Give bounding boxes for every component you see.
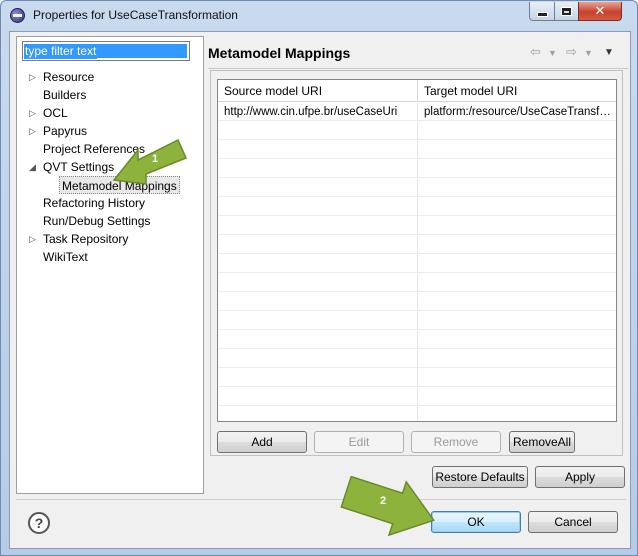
table-row-empty xyxy=(218,179,616,197)
add-button[interactable]: Add xyxy=(217,431,307,453)
table-row-empty xyxy=(218,274,616,292)
dialog-client-area: type filter text ▷ Resource Builders ▷ O… xyxy=(9,31,631,549)
cancel-button[interactable]: Cancel xyxy=(528,511,618,533)
annotation-arrow-1: 1 xyxy=(112,138,188,185)
table-row-empty xyxy=(218,350,616,368)
table-row-empty xyxy=(218,141,616,159)
restore-defaults-button[interactable]: Restore Defaults xyxy=(432,466,528,488)
table-row-empty xyxy=(218,217,616,235)
title-bar[interactable]: Properties for UseCaseTransformation ✕ xyxy=(1,1,637,29)
expand-resource-icon[interactable]: ▷ xyxy=(29,68,36,86)
ok-button[interactable]: OK xyxy=(431,511,521,533)
close-button[interactable]: ✕ xyxy=(578,2,622,21)
property-page-tree: type filter text ▷ Resource Builders ▷ O… xyxy=(16,36,204,494)
minimize-icon xyxy=(536,11,548,17)
tree-item-wikitext[interactable]: WikiText xyxy=(43,248,88,266)
expand-ocl-icon[interactable]: ▷ xyxy=(29,104,36,122)
view-menu-icon[interactable]: ▼ xyxy=(604,47,614,58)
arrow-1-shape xyxy=(112,138,188,185)
mappings-table[interactable]: Source model URI Target model URI http:/… xyxy=(217,79,617,422)
maximize-button[interactable] xyxy=(554,2,579,21)
expand-task-repository-icon[interactable]: ▷ xyxy=(29,230,36,248)
help-icon[interactable]: ? xyxy=(28,512,50,534)
table-header: Source model URI Target model URI xyxy=(218,80,616,102)
tree-item-ocl[interactable]: OCL xyxy=(43,104,68,122)
table-row-empty xyxy=(218,312,616,330)
maximize-icon xyxy=(561,6,572,16)
tree-item-qvt-settings[interactable]: QVT Settings xyxy=(43,158,114,176)
table-row-empty xyxy=(218,388,616,406)
expand-papyrus-icon[interactable]: ▷ xyxy=(29,122,36,140)
forward-arrow-icon[interactable]: ⇨ xyxy=(566,44,577,60)
table-row-empty xyxy=(218,407,616,421)
collapse-qvt-settings-icon[interactable]: ◢ xyxy=(29,158,36,176)
table-row-empty xyxy=(218,122,616,140)
tree-item-refactoring-history[interactable]: Refactoring History xyxy=(43,194,145,212)
cell-source-uri: http://www.cin.ufpe.br/useCaseUri xyxy=(218,103,418,121)
page-title: Metamodel Mappings xyxy=(208,45,351,61)
table-row-empty xyxy=(218,369,616,387)
arrow-1-label: 1 xyxy=(152,153,158,165)
page-header: Metamodel Mappings ⇦ ▼ ⇨ ▼ ▼ xyxy=(208,36,628,68)
filter-selected-text: type filter text xyxy=(24,44,98,59)
tree-item-builders[interactable]: Builders xyxy=(43,86,86,104)
tree-item-resource[interactable]: Resource xyxy=(43,68,94,86)
annotation-arrow-2: 2 xyxy=(340,476,435,536)
eclipse-icon xyxy=(10,8,25,23)
minimize-button[interactable] xyxy=(529,2,555,21)
table-row-empty xyxy=(218,198,616,216)
arrow-2-shape xyxy=(340,476,435,536)
column-header-target-model-uri[interactable]: Target model URI xyxy=(418,80,616,102)
window-title: Properties for UseCaseTransformation xyxy=(33,8,238,22)
table-row-empty xyxy=(218,236,616,254)
back-arrow-icon[interactable]: ⇦ xyxy=(530,44,541,60)
back-dropdown-icon[interactable]: ▼ xyxy=(548,48,557,58)
edit-button[interactable]: Edit xyxy=(314,431,404,453)
table-row-empty xyxy=(218,160,616,178)
column-header-source-model-uri[interactable]: Source model URI xyxy=(218,80,418,102)
table-row-empty xyxy=(218,293,616,311)
table-row-empty xyxy=(218,331,616,349)
tree-item-run-debug-settings[interactable]: Run/Debug Settings xyxy=(43,212,150,230)
close-icon: ✕ xyxy=(594,3,606,18)
tree-item-task-repository[interactable]: Task Repository xyxy=(43,230,128,248)
table-row-empty xyxy=(218,255,616,273)
remove-all-button[interactable]: RemoveAll xyxy=(509,431,575,453)
properties-dialog: Properties for UseCaseTransformation ✕ t… xyxy=(0,0,638,556)
mappings-group: Source model URI Target model URI http:/… xyxy=(210,70,623,456)
remove-button[interactable]: Remove xyxy=(411,431,501,453)
header-separator xyxy=(208,68,628,69)
tree-item-papyrus[interactable]: Papyrus xyxy=(43,122,87,140)
cell-target-uri: platform:/resource/UseCaseTransformation xyxy=(424,106,617,118)
table-row[interactable]: http://www.cin.ufpe.br/useCaseUri platfo… xyxy=(218,103,617,121)
arrow-2-label: 2 xyxy=(380,495,386,507)
forward-dropdown-icon[interactable]: ▼ xyxy=(584,48,593,58)
bottom-separator xyxy=(16,499,626,500)
apply-button[interactable]: Apply xyxy=(535,466,625,488)
